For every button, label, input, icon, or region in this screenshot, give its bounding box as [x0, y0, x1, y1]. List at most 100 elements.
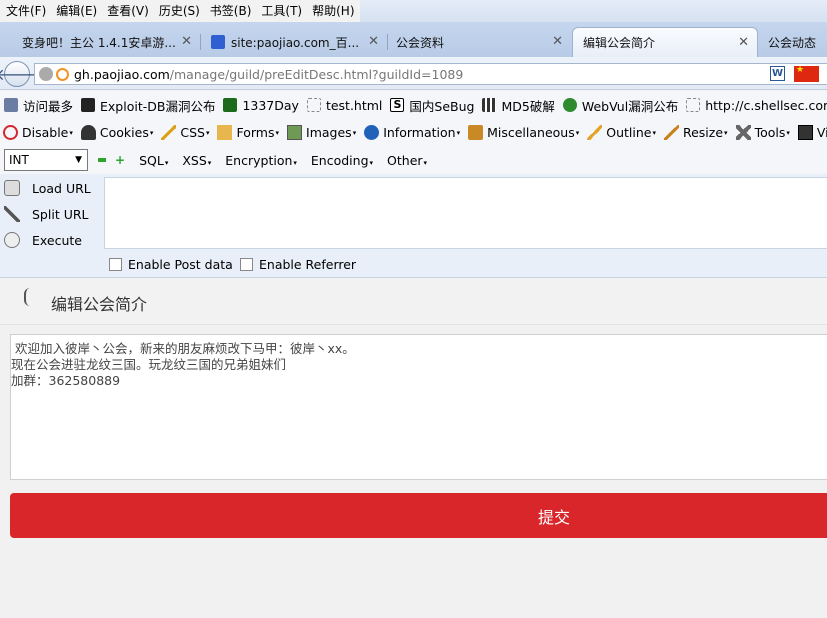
bookmark-label: Exploit-DB漏洞公布	[100, 98, 216, 114]
dev-css[interactable]: CSS ▾	[161, 125, 209, 140]
split-url-button[interactable]: Split URL	[4, 203, 104, 225]
int-select-value: INT	[9, 153, 29, 167]
css-pencil-icon	[161, 125, 177, 140]
bookmark-label: test.html	[325, 97, 383, 113]
page-title: 编辑公会简介	[51, 295, 148, 314]
dropdown-arrow-icon: ▾	[69, 128, 73, 137]
dev-miscellaneous[interactable]: Miscellaneous ▾	[468, 125, 579, 140]
execute-label: Execute	[32, 232, 82, 248]
close-icon[interactable]: ✕	[368, 35, 379, 49]
dev-label: Resize	[682, 125, 724, 140]
tab-label: 公会资料	[396, 35, 445, 50]
tab-baidu-search[interactable]: site:paojiao.com_百... ✕	[201, 27, 387, 57]
close-icon[interactable]: ✕	[738, 36, 749, 50]
dev-view-source[interactable]: View S	[797, 125, 827, 140]
images-icon	[287, 125, 303, 140]
enable-referrer-checkbox[interactable]	[240, 258, 253, 271]
enable-post-data-checkbox[interactable]	[109, 258, 122, 271]
dev-images[interactable]: Images ▾	[287, 125, 356, 140]
enable-referrer-label: Enable Referrer	[259, 257, 357, 272]
bookmark-label: 1337Day	[242, 97, 299, 113]
back-arrow-icon: 🡐	[0, 65, 39, 84]
tab-label: 变身吧！主公 1.4.1安卓游...	[22, 35, 176, 50]
close-icon[interactable]: ✕	[552, 35, 563, 49]
hackbar-menu-label: SQL	[139, 152, 164, 168]
menu-view[interactable]: 查看(V)	[102, 1, 154, 21]
dev-disable[interactable]: Disable ▾	[3, 125, 73, 140]
bookmark-1337day[interactable]: 1337Day	[223, 98, 299, 113]
tab-guild-info[interactable]: 公会资料 ✕	[386, 27, 571, 57]
hackbar-encryption-menu[interactable]: Encryption▾	[225, 153, 297, 168]
enable-referrer-toggle[interactable]: Enable Referrer	[240, 257, 356, 272]
information-icon	[364, 125, 380, 140]
hackbar-menu-row: INT ▼ + SQL▾ XSS▾ Encryption▾ Encoding▾ …	[0, 146, 827, 174]
menu-file[interactable]: 文件(F)	[4, 1, 51, 21]
dev-cookies[interactable]: Cookies ▾	[80, 125, 153, 140]
split-url-label: Split URL	[32, 206, 89, 222]
dropdown-arrow-icon: ▾	[352, 128, 357, 137]
close-icon[interactable]: ✕	[181, 35, 192, 49]
guild-description-textarea[interactable]: 欢迎加入彼岸丶公会，新来的朋友麻烦改下马甲：彼岸丶xx。 现在公会进驻龙纹三国。…	[10, 334, 827, 480]
site-favicon-icon	[56, 67, 69, 81]
dev-information[interactable]: Information ▾	[364, 125, 460, 140]
hackbar-url-textarea[interactable]	[104, 177, 827, 249]
enable-post-data-toggle[interactable]: Enable Post data	[109, 257, 233, 272]
url-host: gh.paojiao.com	[74, 66, 170, 82]
enable-post-data-label: Enable Post data	[128, 257, 233, 272]
load-url-button[interactable]: Load URL	[4, 177, 104, 199]
back-button[interactable]: 🡐	[0, 61, 38, 87]
bookmark-webvul[interactable]: WebVul漏洞公布	[562, 96, 678, 115]
disable-icon	[3, 125, 18, 140]
menu-bookmarks[interactable]: 书签(B)	[205, 1, 257, 21]
bookmark-test-html[interactable]: test.html	[306, 97, 383, 113]
hackbar-xss-menu[interactable]: XSS▾	[182, 153, 211, 168]
menu-help[interactable]: 帮助(H)	[307, 1, 359, 21]
bookmark-md5[interactable]: MD5破解	[482, 96, 555, 115]
dev-resize[interactable]: Resize ▾	[663, 125, 728, 140]
resize-ruler-icon	[663, 125, 679, 140]
tab-edit-guild-desc[interactable]: 编辑公会简介 ✕	[572, 27, 758, 57]
globe-icon	[39, 67, 53, 81]
webvul-bug-icon	[562, 98, 577, 112]
dropdown-arrow-icon: ▾	[456, 128, 461, 137]
hackbar-encoding-menu[interactable]: Encoding▾	[311, 153, 373, 168]
bookmark-most-visited[interactable]: 访问最多	[4, 96, 73, 115]
play-icon	[4, 232, 20, 248]
hackbar-sql-menu[interactable]: SQL▾	[139, 153, 168, 168]
menu-wrap: 文件(F) 编辑(E) 查看(V) 历史(S) 书签(B) 工具(T) 帮助(H…	[0, 0, 360, 22]
bookmark-sebug[interactable]: S 国内SeBug	[390, 96, 474, 115]
int-select[interactable]: INT ▼	[4, 149, 88, 171]
dev-forms[interactable]: Forms ▾	[217, 125, 279, 140]
menu-edit[interactable]: 编辑(E)	[51, 1, 102, 21]
url-text[interactable]: gh.paojiao.com/manage/guild/preEditDesc.…	[74, 67, 463, 82]
outline-pencil-icon	[587, 125, 603, 140]
url-path: /manage/guild/preEditDesc.html?guildId=1…	[169, 66, 464, 82]
minus-icon[interactable]	[98, 158, 106, 162]
china-flag-icon[interactable]	[794, 65, 819, 82]
dev-label: Cookies	[99, 125, 149, 140]
dropdown-arrow-icon: ▾	[575, 128, 580, 137]
menu-bar: 文件(F) 编辑(E) 查看(V) 历史(S) 书签(B) 工具(T) 帮助(H…	[0, 0, 827, 22]
dev-label: Images	[306, 125, 352, 140]
plus-icon[interactable]: +	[115, 154, 125, 166]
url-bar[interactable]: gh.paojiao.com/manage/guild/preEditDesc.…	[34, 63, 827, 85]
submit-button[interactable]: 提交	[10, 493, 827, 538]
tab-guild-news[interactable]: 公会动态	[758, 27, 827, 57]
execute-button[interactable]: Execute	[4, 229, 104, 251]
bookmark-label: MD5破解	[501, 98, 555, 114]
back-chevron-icon[interactable]	[24, 288, 34, 306]
menu-history[interactable]: 历史(S)	[154, 1, 205, 21]
tools-wrench-icon	[735, 125, 751, 140]
dropdown-arrow-icon: ▾	[205, 128, 210, 137]
forms-clipboard-icon	[217, 125, 233, 140]
tab-game[interactable]: 变身吧！主公 1.4.1安卓游... ✕	[12, 27, 200, 57]
hackbar-other-menu[interactable]: Other▾	[387, 153, 427, 168]
page-icon	[306, 98, 321, 112]
bookmark-shellsec[interactable]: http://c.shellsec.com...	[686, 98, 827, 113]
dev-outline[interactable]: Outline ▾	[587, 125, 656, 140]
bookmark-exploit-db[interactable]: Exploit-DB漏洞公布	[81, 96, 215, 115]
dev-tools[interactable]: Tools ▾	[735, 125, 790, 140]
menu-tools[interactable]: 工具(T)	[256, 1, 307, 21]
word-icon[interactable]: W	[770, 66, 785, 81]
dropdown-arrow-icon: ▾	[275, 128, 280, 137]
